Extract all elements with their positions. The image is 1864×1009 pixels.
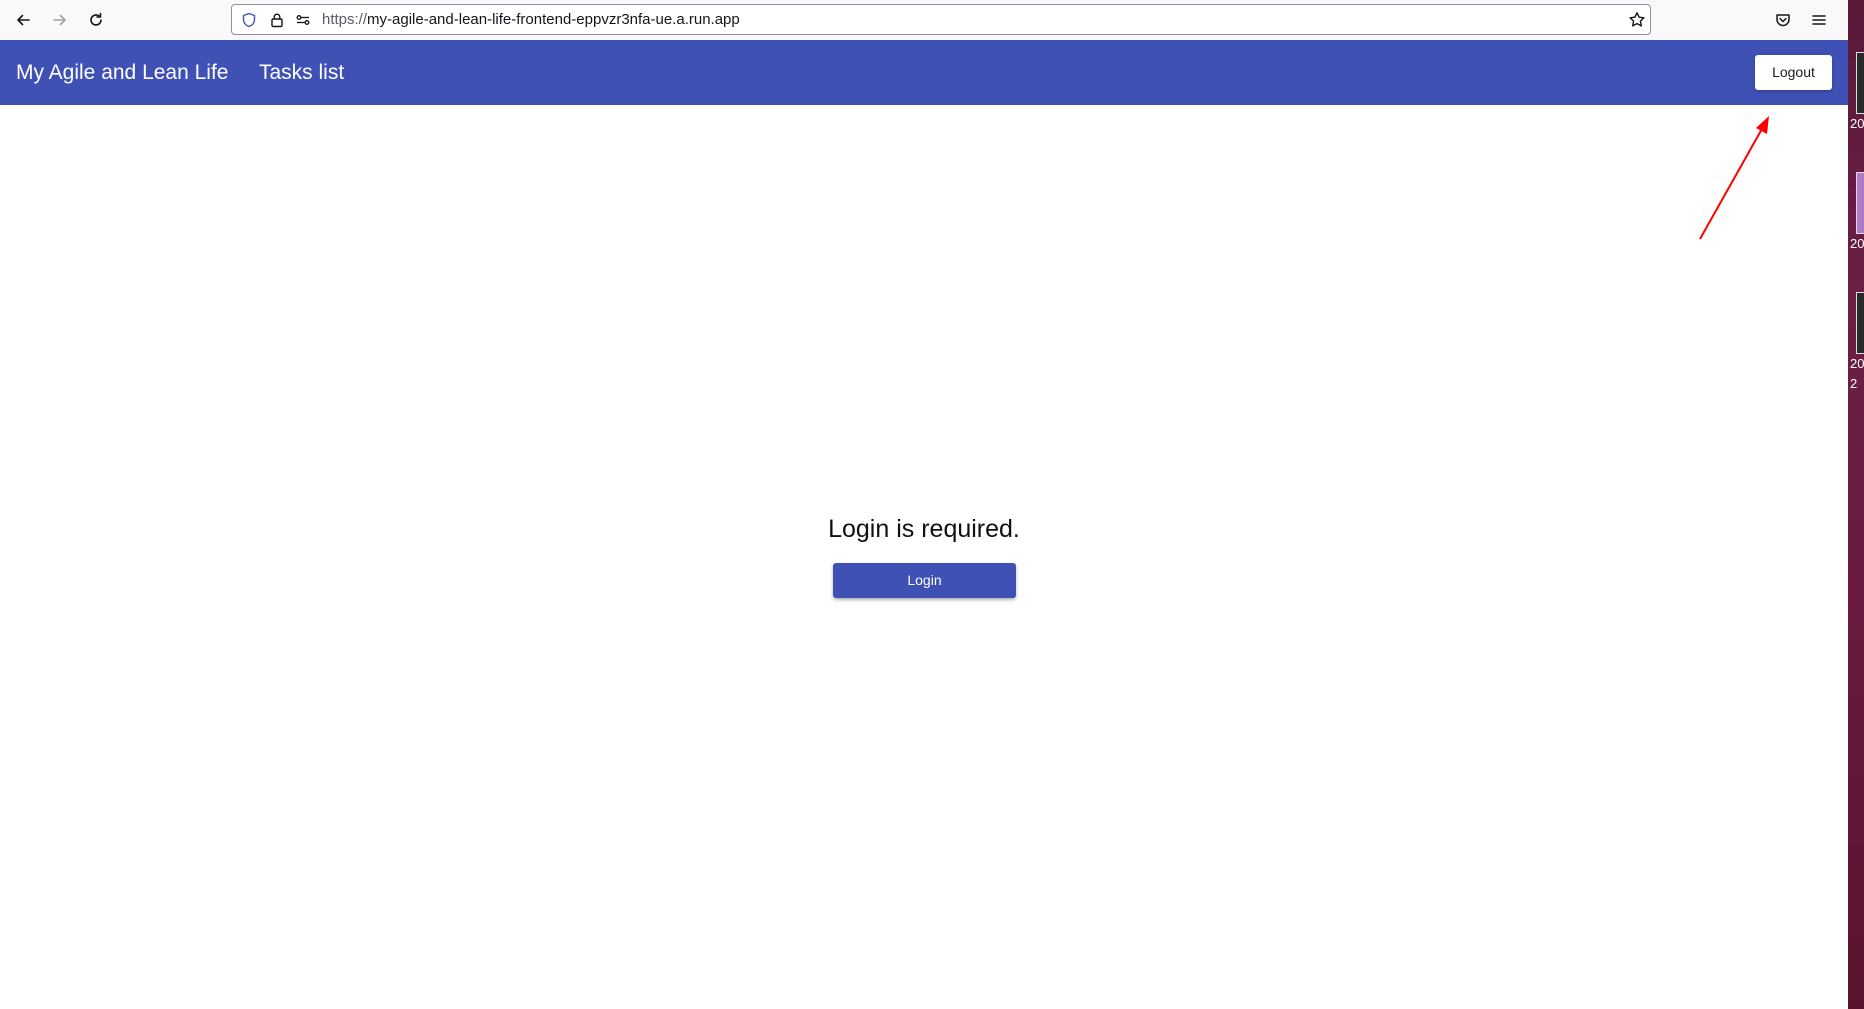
lock-icon[interactable]	[268, 11, 286, 29]
browser-window: https://my-agile-and-lean-life-frontend-…	[0, 0, 1848, 1009]
browser-toolbar: https://my-agile-and-lean-life-frontend-…	[0, 0, 1848, 40]
login-button[interactable]: Login	[833, 563, 1016, 598]
desktop-background-strip: 20 20 20 2	[1848, 0, 1864, 1009]
star-icon[interactable]	[1628, 11, 1646, 29]
desktop-file-label: 20	[1850, 356, 1864, 371]
reload-icon[interactable]	[82, 6, 110, 34]
main-content: Login is required. Login	[0, 105, 1848, 1009]
app-title[interactable]: My Agile and Lean Life	[16, 60, 228, 86]
url-scheme: https://	[322, 11, 368, 28]
hamburger-menu-icon[interactable]	[1805, 6, 1833, 34]
forward-arrow-icon[interactable]	[46, 6, 74, 34]
url-host: my-agile-and-lean-life-frontend-eppvzr3n…	[367, 11, 740, 28]
desktop-file-thumbnail[interactable]	[1856, 172, 1864, 234]
desktop-file-label: 20	[1850, 236, 1864, 251]
desktop-file-label: 2	[1850, 376, 1858, 391]
pocket-icon[interactable]	[1769, 6, 1797, 34]
desktop-file-label: 20	[1850, 116, 1864, 131]
app-bar: My Agile and Lean Life Tasks list Logout	[0, 40, 1848, 105]
back-arrow-icon[interactable]	[9, 6, 37, 34]
url-bar[interactable]: https://my-agile-and-lean-life-frontend-…	[231, 4, 1651, 35]
url-text[interactable]: https://my-agile-and-lean-life-frontend-…	[322, 11, 740, 29]
shield-icon[interactable]	[240, 11, 258, 29]
permissions-icon[interactable]	[294, 11, 312, 29]
desktop-file-thumbnail[interactable]	[1856, 52, 1864, 114]
logout-button[interactable]: Logout	[1755, 55, 1832, 90]
nav-tasks-list[interactable]: Tasks list	[259, 60, 344, 86]
login-required-message: Login is required.	[828, 515, 1020, 543]
desktop-file-thumbnail[interactable]	[1856, 292, 1864, 354]
